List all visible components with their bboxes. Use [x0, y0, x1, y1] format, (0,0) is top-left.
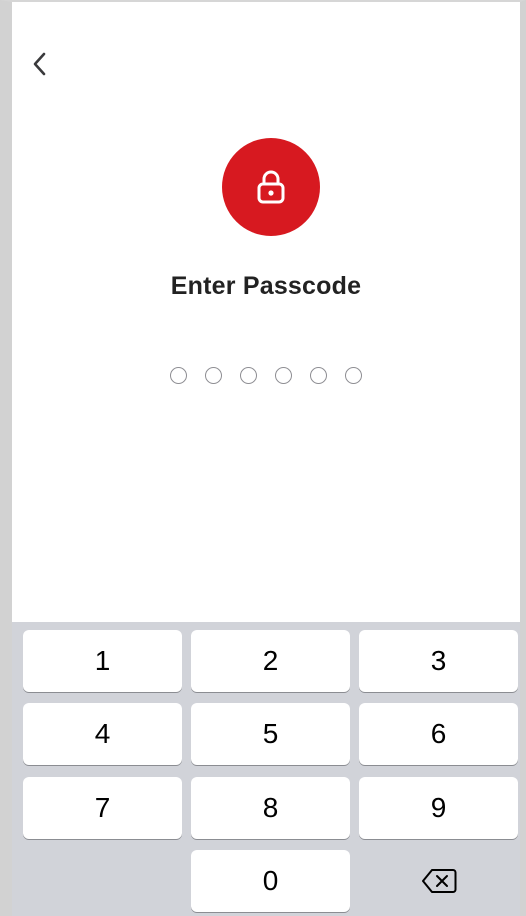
key-2[interactable]: 2: [191, 630, 350, 692]
backspace-icon: [421, 869, 456, 893]
passcode-dot: [345, 367, 362, 384]
numeric-keypad: 1 2 3 4 5 6 7 8 9 0: [12, 622, 520, 916]
passcode-dot: [205, 367, 222, 384]
passcode-indicator: [12, 367, 520, 384]
back-button[interactable]: [22, 46, 58, 82]
key-0[interactable]: 0: [191, 850, 350, 912]
key-1[interactable]: 1: [23, 630, 182, 692]
page-title: Enter Passcode: [170, 272, 362, 300]
passcode-dot: [275, 367, 292, 384]
key-5[interactable]: 5: [191, 703, 350, 765]
key-4[interactable]: 4: [23, 703, 182, 765]
key-9[interactable]: 9: [359, 777, 518, 839]
passcode-dot: [240, 367, 257, 384]
lock-icon: [257, 170, 285, 204]
key-6[interactable]: 6: [359, 703, 518, 765]
lock-badge: [222, 138, 320, 236]
passcode-dot: [170, 367, 187, 384]
passcode-screen: Enter Passcode 1 2 3 4 5 6 7 8 9 0: [12, 2, 520, 916]
key-8[interactable]: 8: [191, 777, 350, 839]
key-3[interactable]: 3: [359, 630, 518, 692]
passcode-dot: [310, 367, 327, 384]
key-blank: [23, 850, 182, 912]
delete-button[interactable]: [359, 850, 518, 912]
chevron-left-icon: [33, 52, 46, 76]
key-7[interactable]: 7: [23, 777, 182, 839]
